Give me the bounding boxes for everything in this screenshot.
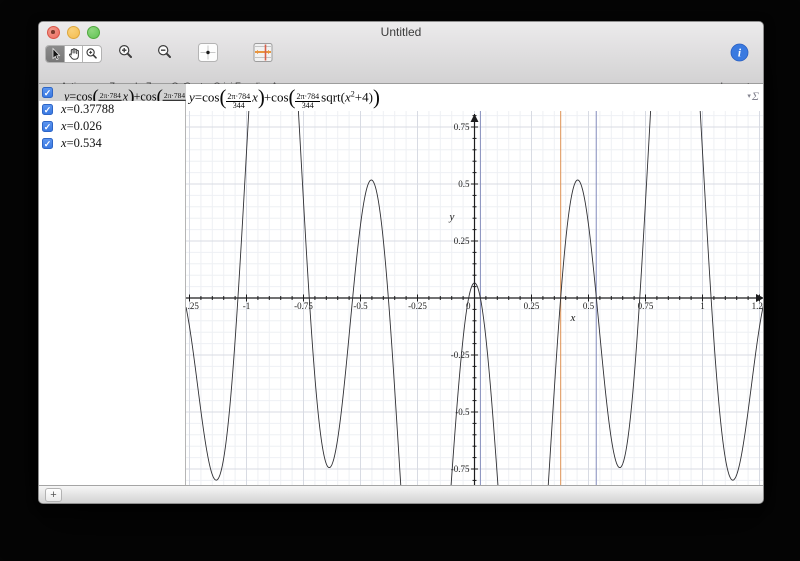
equation-2-value: =0.37788 [66,102,115,116]
add-equation-button[interactable]: + [45,488,62,502]
formula-token: cos [271,89,289,105]
zoom-in-icon [118,44,132,58]
y-tick-label: 0.75 [454,122,470,132]
window-title: Untitled [380,25,422,39]
y-tick-label: -0.75 [451,464,470,474]
x-tick-label: -0.75 [294,301,313,311]
app-window: Untitled Ac [38,21,764,504]
main-content: ✓ y=cos(2π·784344x)+cos(2π·784344sqrt(x2… [39,84,764,485]
center-origin-icon [197,43,218,62]
hand-icon [68,48,79,60]
window-chrome: Untitled Ac [39,22,763,91]
equation-1-formula: y=cos(2π·784344x)+cos(2π·784344sqrt(x2+4… [64,86,186,101]
equation-row-4[interactable]: ✓ x=0.534 [39,135,186,152]
checkbox-checked-icon[interactable]: ✓ [42,104,53,115]
sigma-icon: Σ [751,89,759,103]
cursor-arrow-icon [52,47,61,61]
formula-token: ( [288,86,296,109]
formula-token: 2π·784344 [163,91,186,101]
x-tick-label: -0.25 [408,301,427,311]
equation-formula[interactable]: y=cos(2π·784 344 x)+cos(2π·784 344 sqrt(x2+4… [189,86,380,111]
x-tick-label: 0.5 [583,301,595,311]
equation-menu-button[interactable]: ▾Σ [747,89,759,104]
magnifier-icon [86,48,97,59]
equation-4-text: x=0.534 [61,136,102,151]
bottom-bar: + [39,485,763,503]
x-tick-label: -0.5 [353,301,368,311]
equalize-axes-button[interactable]: Equalize Axes [235,40,292,91]
formula-token: ( [92,85,98,101]
formula-token: ) [372,86,380,109]
y-tick-label: 0.5 [458,179,470,189]
formula-token: cos [76,89,93,101]
formula-token: 2π·784344 [226,91,252,111]
y-axis-label: y [449,211,455,223]
y-tick-label: -0.5 [455,407,470,417]
equation-editor-bar[interactable]: y=cos(2π·784 344 x)+cos(2π·784 344 sqrt(x2+4… [186,84,763,111]
equation-3-text: x=0.026 [61,119,102,134]
x-tick-label: -1 [243,301,251,311]
formula-token: cos [140,89,157,101]
equation-list-sidebar: ✓ y=cos(2π·784344x)+cos(2π·784344sqrt(x2… [39,84,186,485]
formula-token: sqrt [321,89,341,105]
formula-token: ( [219,86,226,109]
equation-2-text: x=0.37788 [61,102,114,117]
x-tick-label: 0.25 [524,301,540,311]
formula-token: 2π·784344 [98,91,122,101]
checkbox-checked-icon[interactable]: ✓ [42,138,53,149]
equation-row-3[interactable]: ✓ x=0.026 [39,118,186,135]
pan-tool-button[interactable] [65,46,84,62]
inspector-button[interactable]: i Inspector [718,40,760,91]
info-icon: i [730,43,748,62]
x-tick-label: -1.25 [186,301,199,311]
x-tick-label: 0.75 [638,301,654,311]
equalize-axes-icon [253,43,272,62]
axes [186,114,763,485]
zoom-tool-button[interactable] [83,46,101,62]
y-tick-label: 0.25 [454,236,470,246]
y-tick-label: -0.25 [451,350,470,360]
equation-3-value: =0.026 [66,119,102,133]
x-axis-label: x [570,312,576,324]
checkbox-checked-icon[interactable]: ✓ [42,121,53,132]
zoom-out-button[interactable]: Zoom Out [146,40,186,91]
formula-token: ( [156,85,163,101]
equation-row-2[interactable]: ✓ x=0.37788 [39,101,186,118]
action-segmented-control [45,45,102,63]
formula-token: cos [202,89,220,105]
zoom-in-button[interactable]: Zoom In [108,40,144,91]
center-origin-button[interactable]: Center Origin [184,40,238,91]
equation-row-1[interactable]: ✓ y=cos(2π·784344x)+cos(2π·784344sqrt(x2… [39,84,186,101]
plot-canvas[interactable]: -1.25-1-0.75-0.5-0.2500.250.50.7511.250.… [186,111,764,485]
equation-4-value: =0.534 [66,136,102,150]
graph-pane: y=cos(2π·784 344 x)+cos(2π·784 344 sqrt(x2+4… [186,84,764,485]
checkbox-checked-icon[interactable]: ✓ [42,87,53,98]
formula-token: 2π·784344 [295,91,321,111]
dropdown-arrow-icon: ▾ [747,92,751,100]
x-tick-label: 1 [700,301,705,311]
select-tool-button[interactable] [46,46,65,62]
formula-token: +4 [354,89,369,105]
zoom-out-icon [157,44,171,58]
